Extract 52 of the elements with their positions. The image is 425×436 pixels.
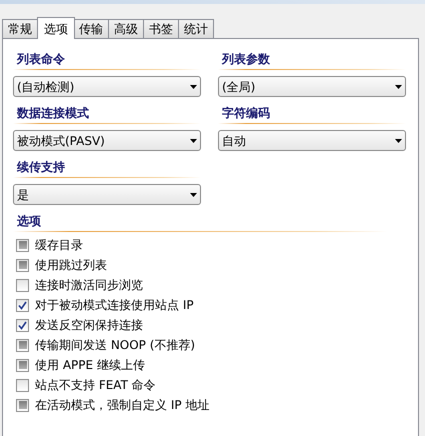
dropdown[interactable]: (全局) <box>218 76 406 97</box>
checkbox[interactable] <box>16 358 29 372</box>
indeterminate-fill <box>18 261 26 269</box>
indeterminate-fill <box>18 401 26 409</box>
option-label: 使用跳过列表 <box>35 257 107 274</box>
section-heading: 选项 <box>16 213 42 229</box>
caret-icon <box>190 138 197 142</box>
dropdown[interactable]: 被动模式(PASV) <box>13 130 201 151</box>
dropdown-value: 是 <box>17 186 29 204</box>
checkbox[interactable] <box>16 378 29 392</box>
checkbox[interactable] <box>16 398 29 412</box>
caret-icon <box>190 84 197 88</box>
section-heading: 列表参数 <box>220 51 271 67</box>
dropdown[interactable]: 是 <box>13 184 201 205</box>
check-icon <box>18 320 27 330</box>
option-label: 发送反空闲保持连接 <box>35 317 143 334</box>
checkbox[interactable] <box>16 318 29 332</box>
option-label: 缓存目录 <box>35 237 83 254</box>
section-heading: 续传支持 <box>16 159 66 175</box>
dropdown-value: (自动检测) <box>17 78 74 96</box>
tab[interactable]: 传输 <box>73 19 109 38</box>
option-label: 使用 APPE 继续上传 <box>35 357 145 374</box>
option-label: 连接时激活同步浏览 <box>35 277 143 294</box>
indeterminate-fill <box>18 361 26 369</box>
checkbox[interactable] <box>16 338 29 352</box>
indeterminate-fill <box>18 241 26 249</box>
checkbox[interactable] <box>16 238 29 252</box>
dropdown[interactable]: 自动 <box>218 130 406 151</box>
indeterminate-fill <box>18 341 26 349</box>
dropdown-value: (全局) <box>222 78 256 96</box>
caret-icon <box>395 138 402 142</box>
section-heading: 列表命令 <box>16 51 66 67</box>
tab[interactable]: 书签 <box>143 19 179 38</box>
checkbox[interactable] <box>16 298 29 312</box>
dropdown-value: 自动 <box>222 132 246 150</box>
checkbox[interactable] <box>16 258 29 272</box>
option-label: 站点不支持 FEAT 命令 <box>35 377 156 394</box>
option-label: 传输期间发送 NOOP (不推荐) <box>35 337 196 354</box>
caret-icon <box>190 192 197 196</box>
caret-icon <box>395 84 402 88</box>
tab[interactable]: 选项 <box>37 17 75 39</box>
dropdown[interactable]: (自动检测) <box>13 76 201 97</box>
option-label: 在活动模式，强制自定义 IP 地址 <box>35 397 210 414</box>
section-heading: 字符编码 <box>221 105 271 121</box>
section-heading: 数据连接模式 <box>16 105 90 121</box>
tab[interactable]: 高级 <box>108 19 144 38</box>
tab[interactable]: 统计 <box>178 19 214 38</box>
dropdown-value: 被动模式(PASV) <box>17 132 105 150</box>
option-label: 对于被动模式连接使用站点 IP <box>35 297 194 314</box>
checkbox[interactable] <box>16 278 29 292</box>
check-icon <box>18 300 27 310</box>
tab[interactable]: 常规 <box>2 19 38 38</box>
